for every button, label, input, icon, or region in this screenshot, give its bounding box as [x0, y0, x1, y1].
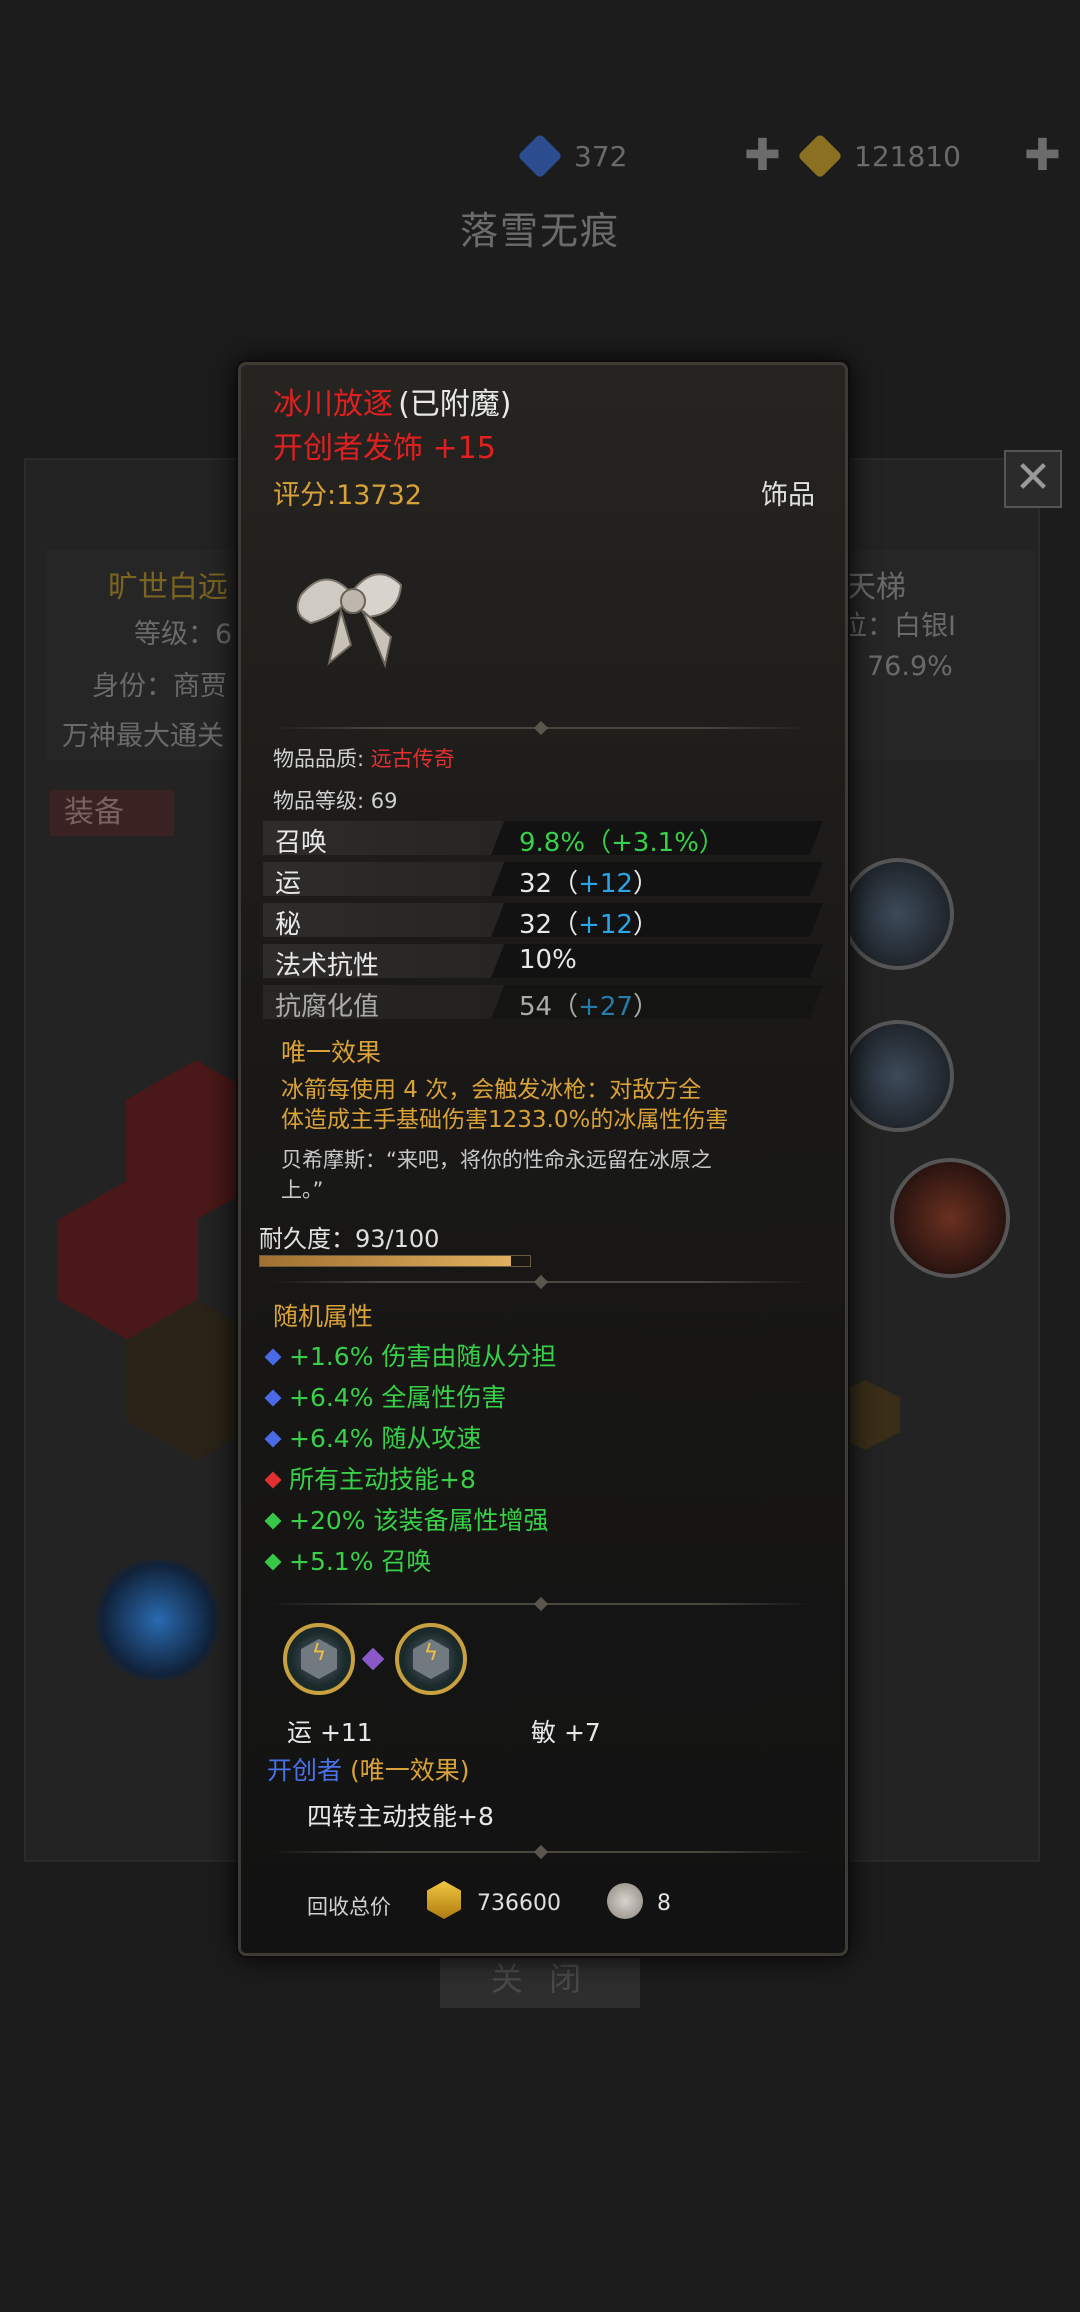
stat-value: 32（+12）: [519, 869, 659, 899]
item-slot-type: 饰品: [761, 480, 815, 511]
blue-gem-count: 372: [574, 139, 628, 173]
green-diamond-icon: [264, 1512, 282, 1530]
stat-row: 法术抗性 10%: [263, 944, 823, 981]
divider: [271, 1274, 811, 1290]
stat-value: 32（+12）: [519, 910, 659, 940]
item-name-line: 冰川放逐 (已附魔): [273, 379, 512, 423]
ladder-rank: 位：白银I: [840, 611, 956, 642]
blue-diamond-icon: [264, 1430, 282, 1448]
stat-name: 运: [275, 869, 302, 899]
close-icon[interactable]: ✕: [1004, 450, 1062, 508]
affix-line: +6.4% 随从攻速: [264, 1419, 481, 1455]
stat-name: 召唤: [275, 828, 328, 858]
item-title: 开创者发饰 +15: [273, 431, 496, 466]
durability-bar: [259, 1255, 531, 1267]
random-attr-title: 随机属性: [273, 1302, 374, 1331]
character-extra: 万神最大通关: [62, 721, 224, 752]
durability-label: 耐久度：93/100: [259, 1225, 440, 1253]
quality-label: 物品品质:: [273, 747, 365, 771]
gem-socket-1[interactable]: ϟ: [283, 1623, 355, 1695]
add-blue-gem-button[interactable]: ✚: [744, 134, 781, 178]
character-level: 等级：6: [134, 619, 233, 650]
ladder-rate: ：76.9%: [840, 651, 953, 682]
set-effect: 四转主动技能+8: [307, 1802, 494, 1831]
item-level: 物品等级: 69: [273, 789, 398, 813]
socket-link-icon: [361, 1647, 385, 1671]
stat-name: 秘: [275, 910, 302, 940]
enchant-status: (已附魔): [398, 387, 512, 422]
blue-gem-icon: [517, 133, 563, 179]
socket-stat-2: 敏 +7: [531, 1718, 601, 1747]
stat-name: 法术抗性: [275, 951, 380, 981]
gold-coin-icon: [427, 1881, 461, 1919]
blue-diamond-icon: [264, 1389, 282, 1407]
character-name: 落雪无痕: [459, 209, 620, 253]
lore-quote-2: 上。”: [281, 1178, 324, 1202]
recycle-shard-value: 8: [657, 1891, 671, 1916]
set-line: 开创者 (唯一效果): [267, 1751, 469, 1787]
stat-name: 抗腐化值: [275, 992, 380, 1022]
equip-tab[interactable]: 装备: [50, 790, 174, 836]
currency-gold: 121810 ✚: [797, 132, 1061, 180]
divider: [271, 1596, 811, 1612]
stat-row: 秘 32（+12）: [263, 903, 823, 940]
unique-effect-desc-1: 冰箭每使用 4 次，会触发冰枪：对敌方全: [281, 1077, 702, 1103]
item-score: 评分:13732: [273, 480, 422, 511]
character-identity: 身份：商贾: [92, 671, 227, 702]
stat-row: 运 32（+12）: [263, 862, 823, 899]
stat-row: 抗腐化值 54（+27）: [263, 985, 823, 1022]
divider: [271, 1844, 811, 1860]
affix-line: +5.1% 召唤: [264, 1542, 431, 1578]
stat-row: 召唤 9.8%（+3.1%）: [263, 821, 823, 858]
set-name: 开创者: [267, 1756, 343, 1785]
gold-coin-icon: [797, 133, 843, 179]
stat-value: 54（+27）: [519, 992, 659, 1022]
socket-stat-1: 运 +11: [287, 1718, 373, 1747]
item-name: 冰川放逐: [273, 387, 393, 422]
quality-line: 物品品质: 远古传奇: [273, 743, 455, 773]
close-button[interactable]: 关 闭: [440, 1950, 640, 2008]
skill-slot-flag[interactable]: [842, 858, 954, 970]
lore-quote-1: 贝希摩斯：“来吧，将你的性命永远留在冰原之: [281, 1148, 712, 1172]
stat-value: 10%: [519, 945, 577, 975]
green-diamond-icon: [264, 1553, 282, 1571]
quality-value: 远古传奇: [370, 747, 455, 771]
affix-line: +1.6% 伤害由随从分担: [264, 1337, 556, 1373]
gold-count: 121810: [854, 139, 961, 173]
hair-ornament-icon: [281, 545, 421, 675]
affix-line: +6.4% 全属性伤害: [264, 1378, 506, 1414]
blue-diamond-icon: [264, 1348, 282, 1366]
gem-socket-2[interactable]: ϟ: [395, 1623, 467, 1695]
unique-effect-title: 唯一效果: [281, 1038, 382, 1067]
blue-flame-icon: [88, 1560, 228, 1680]
stat-value: 9.8%（+3.1%）: [519, 828, 725, 858]
affix-line: 所有主动技能+8: [264, 1460, 476, 1496]
red-diamond-icon: [264, 1471, 282, 1489]
skill-slot-wave[interactable]: [842, 1020, 954, 1132]
currency-blue: 372 ✚: [517, 132, 781, 180]
unique-effect-desc-2: 体造成主手基础伤害1233.0%的冰属性伤害: [281, 1107, 729, 1133]
item-tooltip: 冰川放逐 (已附魔) 开创者发饰 +15 评分:13732 饰品 物品品质: 远…: [238, 362, 848, 1956]
add-gold-button[interactable]: ✚: [1024, 134, 1061, 178]
ladder-title: 天梯: [846, 570, 906, 605]
recycle-gold-value: 736600: [477, 1891, 561, 1916]
set-suffix: (唯一效果): [349, 1756, 470, 1785]
character-title: 旷世白远: [108, 570, 228, 605]
divider: [271, 720, 811, 736]
skill-slot-heart[interactable]: [890, 1158, 1010, 1278]
material-shard-icon: [607, 1883, 643, 1919]
recycle-label: 回收总价: [307, 1895, 391, 1919]
affix-line: +20% 该装备属性增强: [264, 1501, 548, 1537]
